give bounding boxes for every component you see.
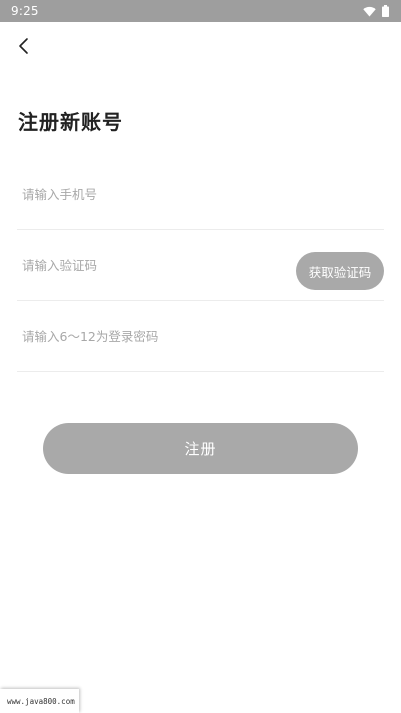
battery-icon: [382, 5, 389, 17]
status-time: 9:25: [11, 4, 39, 18]
chevron-left-icon: [18, 37, 30, 59]
page-title: 注册新账号: [18, 110, 123, 134]
status-bar: 9:25: [0, 0, 401, 22]
wifi-icon: [363, 6, 376, 17]
password-field-row: [17, 301, 384, 372]
watermark: www.java800.com: [0, 689, 79, 713]
register-button[interactable]: 注册: [43, 423, 358, 474]
password-input[interactable]: [17, 316, 384, 356]
get-code-button[interactable]: 获取验证码: [296, 252, 384, 290]
code-field-row: 获取验证码: [17, 230, 384, 301]
back-button[interactable]: [10, 34, 38, 62]
status-icons: [363, 5, 389, 17]
phone-field-row: [17, 159, 384, 230]
phone-input[interactable]: [17, 174, 384, 214]
